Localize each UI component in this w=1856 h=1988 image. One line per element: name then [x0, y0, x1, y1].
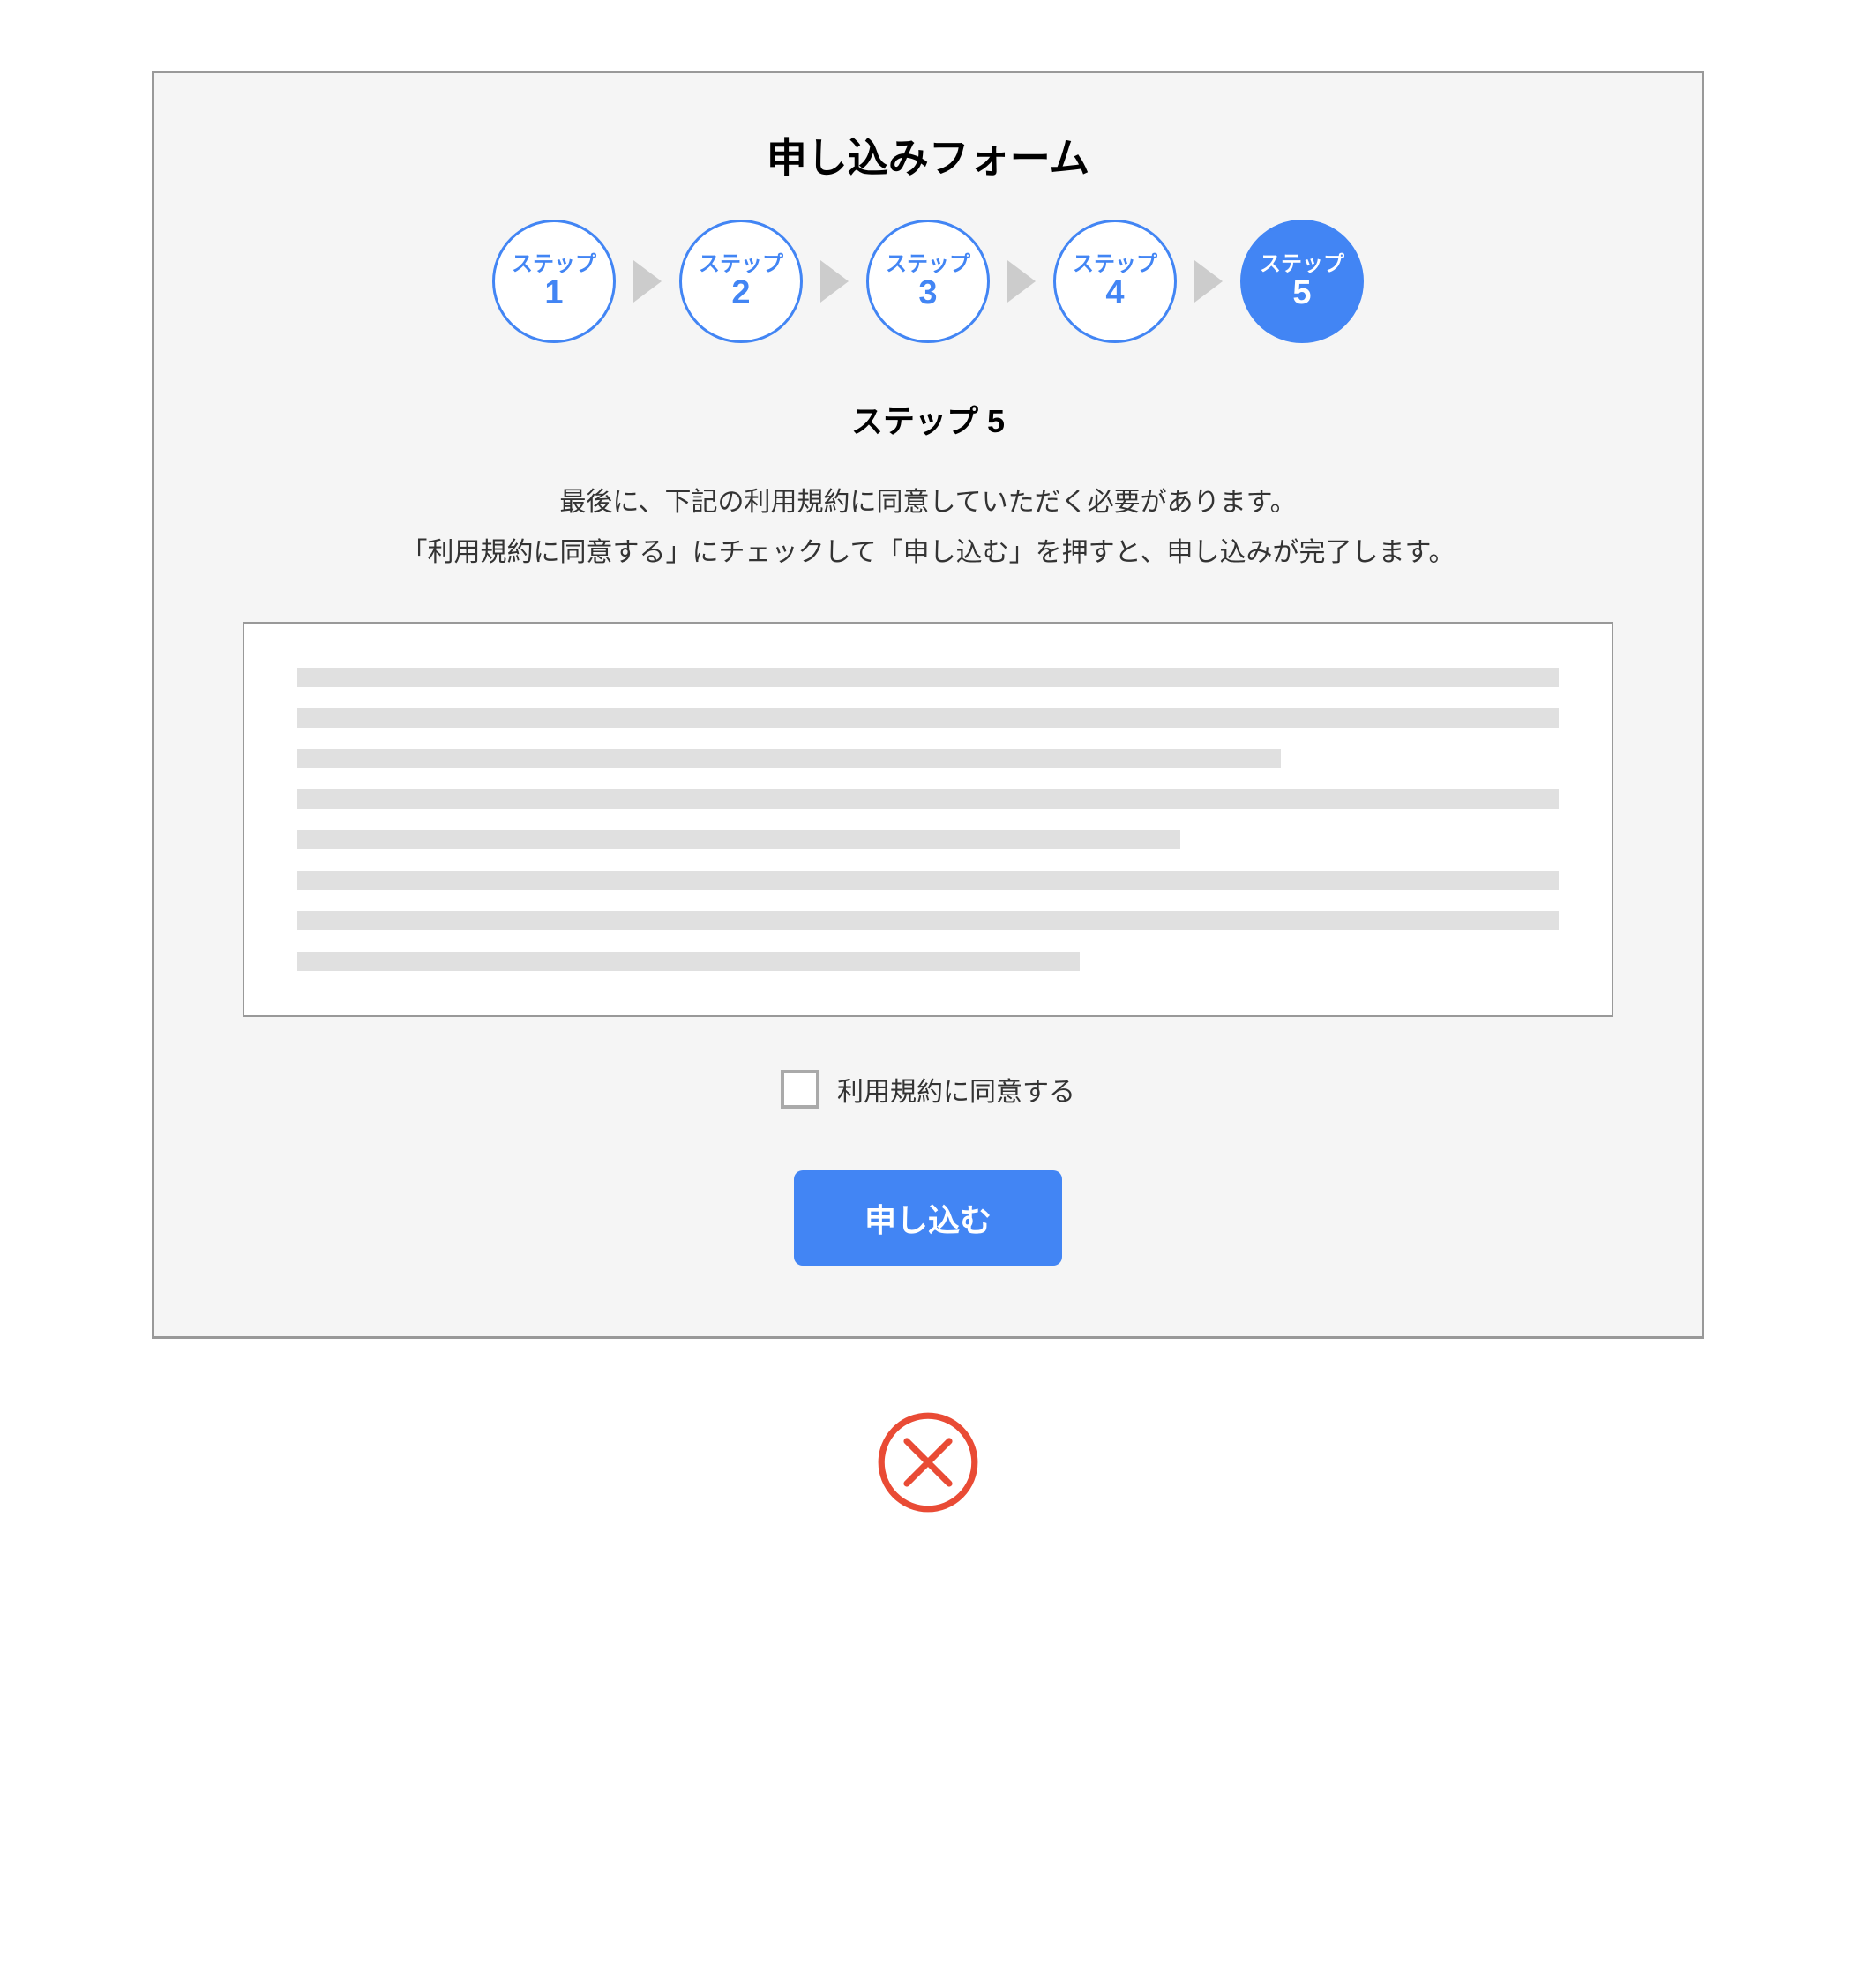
terms-text-line [297, 952, 1080, 971]
terms-of-service-box[interactable] [243, 622, 1613, 1017]
instruction-text: 最後に、下記の利用規約に同意していただく必要があります。 「利用規約に同意する」… [243, 477, 1613, 578]
step-label: ステップ [1073, 253, 1157, 276]
terms-text-line [297, 789, 1559, 809]
agree-checkbox-row: 利用規約に同意する [243, 1070, 1613, 1109]
step-5-circle[interactable]: ステップ 5 [1240, 220, 1364, 343]
current-step-heading: ステップ 5 [243, 396, 1613, 442]
step-3-circle[interactable]: ステップ 3 [866, 220, 990, 343]
chevron-right-icon [633, 260, 662, 303]
step-1-circle[interactable]: ステップ 1 [492, 220, 616, 343]
instruction-line-1: 最後に、下記の利用規約に同意していただく必要があります。 [559, 488, 1296, 517]
submit-button[interactable]: 申し込む [794, 1170, 1062, 1266]
step-number: 2 [731, 276, 750, 310]
step-number: 4 [1105, 276, 1124, 310]
chevron-right-icon [820, 260, 849, 303]
chevron-right-icon [1007, 260, 1036, 303]
step-number: 3 [918, 276, 937, 310]
agree-checkbox[interactable] [781, 1070, 819, 1109]
form-title: 申し込みフォーム [243, 126, 1613, 184]
terms-text-line [297, 871, 1559, 890]
terms-text-line [297, 708, 1559, 728]
step-number: 5 [1292, 276, 1311, 310]
terms-text-line [297, 749, 1281, 768]
step-indicator: ステップ 1 ステップ 2 ステップ 3 ステップ 4 ステップ 5 [243, 220, 1613, 343]
step-label: ステップ [1260, 253, 1344, 276]
step-number: 1 [544, 276, 563, 310]
step-label: ステップ [699, 253, 783, 276]
reject-x-icon [875, 1409, 981, 1515]
step-4-circle[interactable]: ステップ 4 [1053, 220, 1177, 343]
terms-text-line [297, 668, 1559, 687]
terms-text-line [297, 911, 1559, 930]
step-2-circle[interactable]: ステップ 2 [679, 220, 803, 343]
instruction-line-2: 「利用規約に同意する」にチェックして「申し込む」を押すと、申し込みが完了します。 [401, 538, 1456, 567]
agree-checkbox-label: 利用規約に同意する [837, 1070, 1075, 1109]
terms-text-line [297, 830, 1180, 849]
step-label: ステップ [512, 253, 596, 276]
application-form-panel: 申し込みフォーム ステップ 1 ステップ 2 ステップ 3 ステップ 4 ステッ… [152, 71, 1704, 1339]
chevron-right-icon [1194, 260, 1223, 303]
step-label: ステップ [886, 253, 970, 276]
